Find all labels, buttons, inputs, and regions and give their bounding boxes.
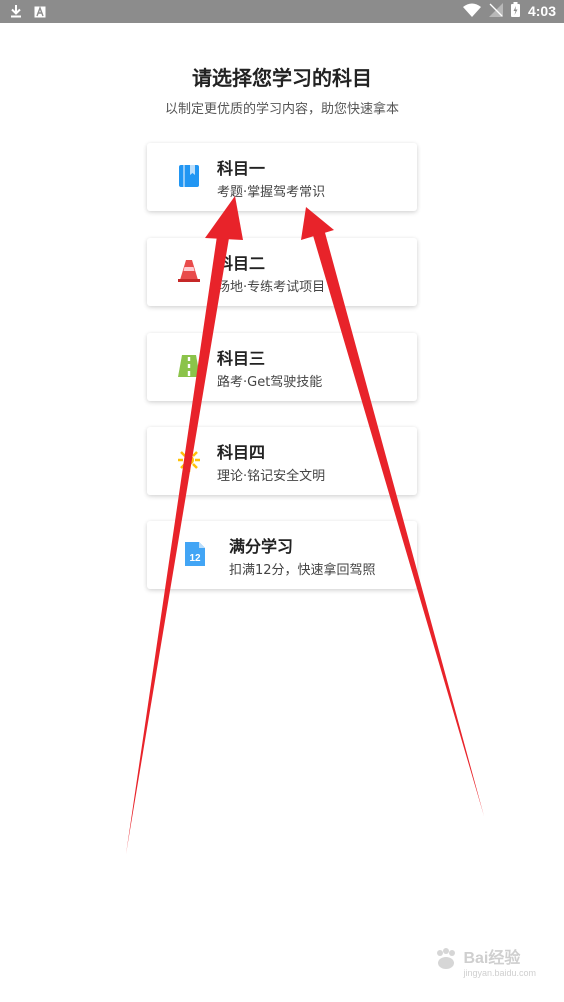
subject-desc: 理论·铭记安全文明: [217, 469, 326, 484]
subject-desc: 扣满12分，快速拿回驾照: [229, 563, 376, 578]
subject-name: 科目一: [217, 159, 266, 178]
subject-card-2[interactable]: 科目二 场地·专练考试项目: [147, 238, 417, 306]
font-icon: [34, 3, 46, 22]
watermark-url: jingyan.baidu.com: [463, 968, 536, 978]
subject-name: 科目三: [217, 349, 266, 368]
signal-icon: [488, 2, 503, 20]
wifi-icon: [462, 3, 481, 20]
battery-icon: [510, 2, 520, 20]
subject-desc: 路考·Get驾驶技能: [217, 375, 323, 390]
subject-card-5[interactable]: 12 满分学习 扣满12分，快速拿回驾照: [147, 521, 417, 589]
paw-icon: [433, 947, 459, 975]
subject-card-1[interactable]: 科目一 考题·掌握驾考常识: [147, 143, 417, 211]
subject-desc: 场地·专练考试项目: [217, 280, 326, 295]
watermark-brand: Bai: [463, 950, 489, 967]
status-bar: 4:03: [0, 0, 564, 23]
download-icon: [10, 3, 22, 22]
subject-name: 科目二: [217, 254, 266, 273]
clock: 4:03: [527, 3, 556, 19]
road-icon: [177, 353, 201, 379]
book-icon: [177, 163, 201, 189]
subject-name: 满分学习: [229, 537, 294, 556]
baidu-watermark: Bai经验 jingyan.baidu.com: [433, 944, 536, 978]
status-bar-right: 4:03: [462, 2, 556, 20]
page-subtitle: 以制定更优质的学习内容，助您快速拿本: [164, 102, 399, 117]
subject-desc: 考题·掌握驾考常识: [217, 185, 326, 200]
document-12-icon: 12: [183, 541, 207, 567]
status-bar-left: [10, 3, 46, 22]
subject-card-3[interactable]: 科目三 路考·Get驾驶技能: [147, 333, 417, 401]
page-title: 请选择您学习的科目: [192, 66, 372, 90]
subject-card-4[interactable]: 科目四 理论·铭记安全文明: [147, 427, 417, 495]
watermark-brand-2: 经验: [488, 950, 521, 967]
svg-text:12: 12: [189, 553, 201, 564]
light-burst-icon: [177, 447, 201, 473]
traffic-cone-icon: [177, 258, 201, 284]
subject-name: 科目四: [217, 443, 266, 462]
